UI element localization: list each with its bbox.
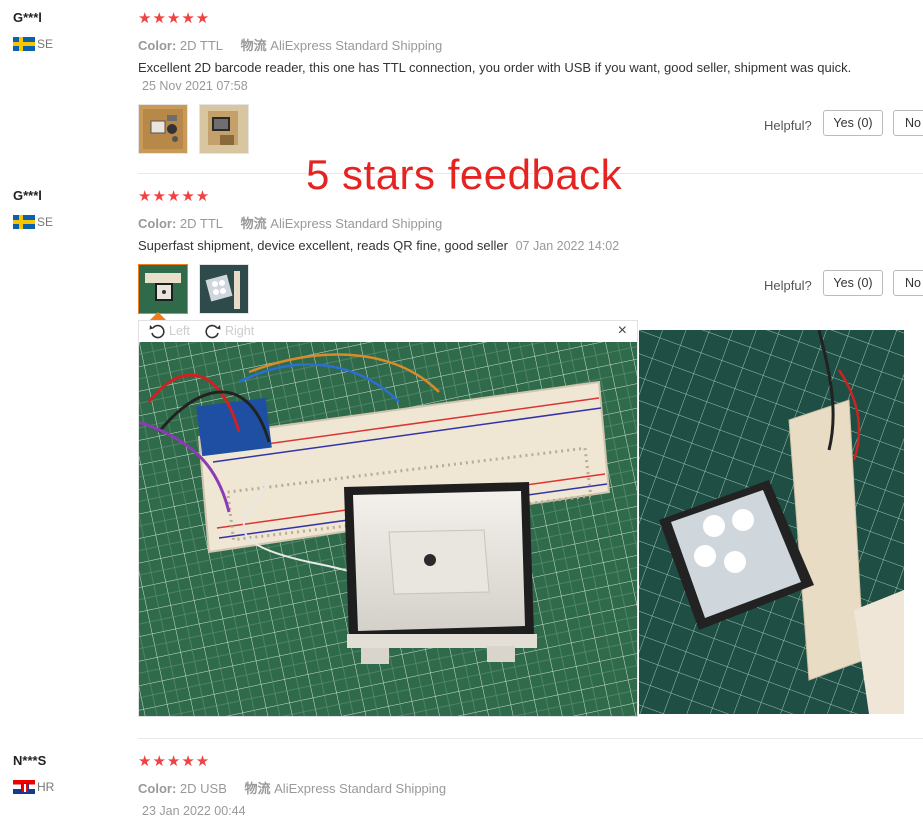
photo-viewer-toolbar: Left Right × [139, 321, 637, 341]
shipping-value: AliExpress Standard Shipping [270, 38, 443, 53]
color-value: 2D USB [179, 781, 227, 796]
reviewer-name: G***l [13, 10, 42, 25]
rotate-right-label: Right [225, 324, 255, 338]
reviewer-name: G***l [13, 188, 42, 203]
review-divider [138, 738, 923, 739]
review-text: Excellent 2D barcode reader, this one ha… [138, 59, 858, 95]
color-label: Color: [138, 781, 177, 796]
review-date: 23 Jan 2022 00:44 [142, 804, 246, 818]
shipping-value: AliExpress Standard Shipping [270, 216, 443, 231]
reviewer-country: HR [13, 780, 54, 794]
helpful-yes-button[interactable]: Yes (0) [823, 110, 883, 136]
country-code: HR [37, 780, 55, 794]
shipping-label: 物流 [240, 38, 267, 53]
color-value: 2D TTL [179, 216, 224, 231]
review-photo-secondary [639, 330, 904, 714]
country-code: SE [37, 215, 54, 229]
helpful-yes-button[interactable]: Yes (0) [823, 270, 883, 296]
flag-se-icon [13, 37, 35, 51]
review-date: 07 Jan 2022 14:02 [515, 239, 620, 253]
reviewer-name: N***S [13, 753, 47, 768]
rotate-right-button[interactable]: Right [205, 323, 254, 339]
star-rating: ★★★★★ [138, 753, 211, 770]
review-photo-thumbnail-selected[interactable] [138, 264, 188, 314]
close-icon[interactable]: × [618, 322, 627, 340]
country-code: SE [37, 37, 54, 51]
color-value: 2D TTL [179, 38, 224, 53]
flag-hr-icon [13, 780, 35, 794]
review-text: Superfast shipment, device excellent, re… [138, 237, 858, 255]
flag-se-icon [13, 215, 35, 229]
review-date: 25 Nov 2021 07:58 [142, 79, 248, 93]
review-photo-thumbnail[interactable] [199, 264, 249, 314]
review-photo-thumbnail[interactable] [199, 104, 249, 154]
overlay-annotation: 5 stars feedback [306, 151, 623, 198]
rotate-left-label: Left [169, 324, 190, 338]
review-meta: Color: 2D TTL 物流 AliExpress Standard Shi… [138, 213, 456, 232]
helpful-label: Helpful? [764, 118, 812, 133]
color-label: Color: [138, 38, 177, 53]
rotate-left-icon [149, 324, 165, 339]
helpful-no-button[interactable]: No [893, 270, 923, 296]
color-label: Color: [138, 216, 177, 231]
photo-viewer: Left Right × [138, 320, 638, 717]
review-body: Superfast shipment, device excellent, re… [138, 238, 508, 253]
star-rating: ★★★★★ [138, 188, 211, 205]
review-body: Excellent 2D barcode reader, this one ha… [138, 60, 852, 75]
star-rating: ★★★★★ [138, 10, 211, 27]
shipping-label: 物流 [244, 781, 271, 796]
selected-thumbnail-indicator [150, 312, 166, 320]
review-meta: Color: 2D TTL 物流 AliExpress Standard Shi… [138, 35, 456, 54]
rotate-left-button[interactable]: Left [149, 323, 190, 339]
helpful-label: Helpful? [764, 278, 812, 293]
reviewer-country: SE [13, 215, 53, 229]
review-meta: Color: 2D USB 物流 AliExpress Standard Shi… [138, 778, 460, 797]
review-photo-large [139, 342, 637, 716]
shipping-value: AliExpress Standard Shipping [274, 781, 447, 796]
review-photo-thumbnail[interactable] [138, 104, 188, 154]
reviewer-country: SE [13, 37, 53, 51]
rotate-right-icon [205, 324, 221, 339]
shipping-label: 物流 [240, 216, 267, 231]
review-text: 23 Jan 2022 00:44 [138, 802, 858, 820]
helpful-no-button[interactable]: No [893, 110, 923, 136]
